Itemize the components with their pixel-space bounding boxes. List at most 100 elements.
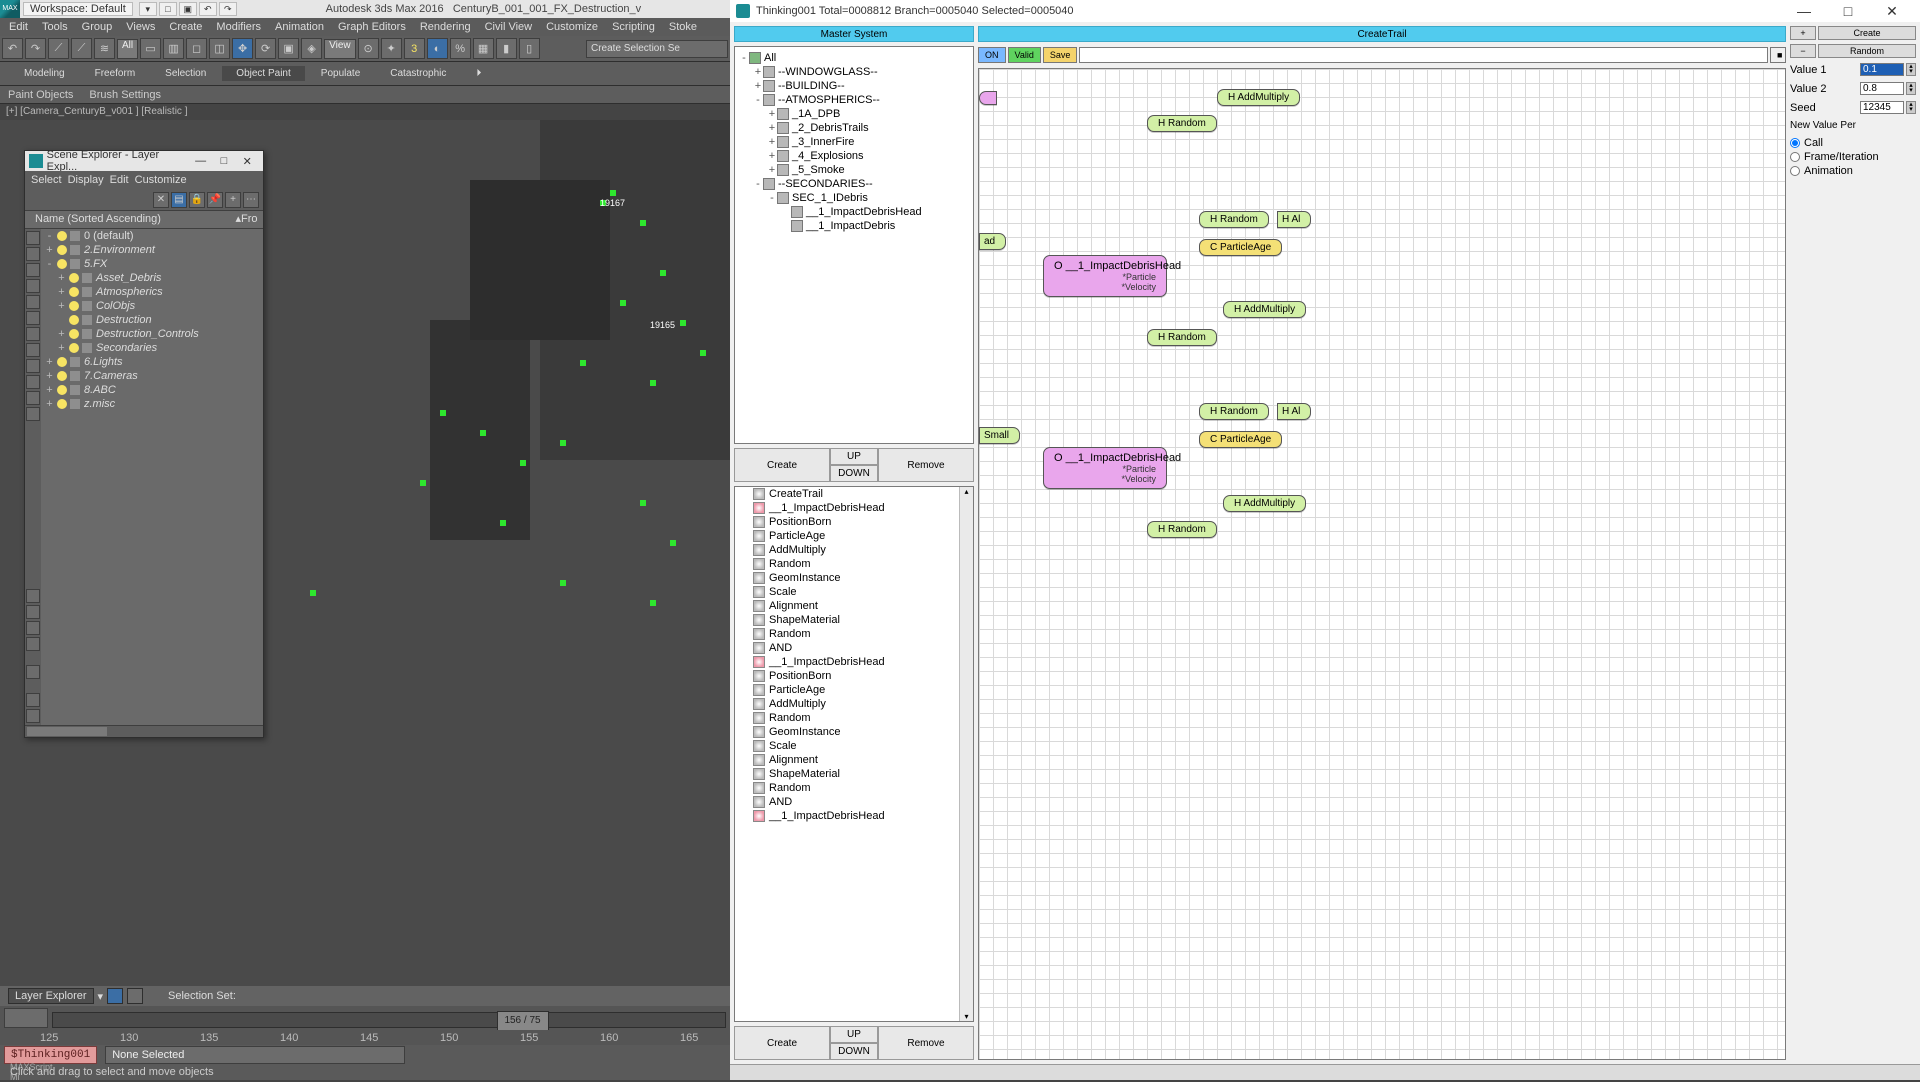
- se-bone-icon[interactable]: [26, 375, 40, 389]
- operator-row[interactable]: GeomInstance: [735, 725, 973, 739]
- menu-edit[interactable]: Edit: [4, 21, 33, 33]
- radio-frame[interactable]: Frame/Iteration: [1790, 150, 1916, 164]
- node-graph[interactable]: H AddMultiply H Random H Random H Al C P…: [978, 68, 1786, 1060]
- qat-redo-icon[interactable]: ↷: [219, 2, 237, 16]
- operator-row[interactable]: PositionBorn: [735, 669, 973, 683]
- operator-row[interactable]: Scale: [735, 739, 973, 753]
- node-hal-1[interactable]: H Al: [1277, 211, 1311, 228]
- menu-customize[interactable]: Customize: [541, 21, 603, 33]
- layer-tree[interactable]: -0 (default)+2.Environment-5.FX+Asset_De…: [41, 229, 263, 725]
- view-dropdown[interactable]: View: [324, 39, 356, 59]
- manip-icon[interactable]: ✦: [381, 38, 402, 59]
- se-hscroll[interactable]: [25, 725, 263, 737]
- operator-row[interactable]: Random: [735, 627, 973, 641]
- menu-views[interactable]: Views: [121, 21, 160, 33]
- se-lock-icon[interactable]: 🔒: [189, 192, 205, 208]
- node-random-5[interactable]: H Random: [1147, 521, 1217, 538]
- time-slider[interactable]: 156 / 75: [497, 1011, 549, 1031]
- operator-row[interactable]: Random: [735, 781, 973, 795]
- up-button-2[interactable]: UP: [830, 1026, 878, 1043]
- operator-row[interactable]: Alignment: [735, 753, 973, 767]
- se-light-icon[interactable]: [26, 279, 40, 293]
- filter-all-dropdown[interactable]: All: [117, 39, 138, 59]
- se-add-icon[interactable]: +: [225, 192, 241, 208]
- group-tree-row[interactable]: +_1A_DPB: [739, 107, 969, 121]
- se-tb3-icon[interactable]: [26, 621, 40, 635]
- tp-titlebar[interactable]: Thinking001 Total=0008812 Branch=0005040…: [730, 0, 1920, 22]
- cmd-plus-icon[interactable]: +: [1790, 26, 1816, 40]
- node-clip-ad[interactable]: ad: [979, 233, 1006, 250]
- remove-button-2[interactable]: Remove: [878, 1026, 974, 1060]
- se-menu-select[interactable]: Select: [31, 174, 62, 186]
- group-tree-row[interactable]: ---SECONDARIES--: [739, 177, 969, 191]
- layer-row[interactable]: -5.FX: [41, 257, 263, 271]
- layer-row[interactable]: +8.ABC: [41, 383, 263, 397]
- create-button-2[interactable]: Create: [734, 1026, 830, 1060]
- maxscript-mini-input[interactable]: $Thinking001: [4, 1046, 97, 1064]
- cmd-minus-icon[interactable]: −: [1790, 44, 1816, 58]
- camera-viewport[interactable]: 19167 19165 Scene Explorer - Layer Expl.…: [0, 120, 730, 986]
- menu-rendering[interactable]: Rendering: [415, 21, 476, 33]
- time-ruler[interactable]: 125130135140145150155160165: [0, 1030, 730, 1045]
- ribbon-brush-settings[interactable]: Brush Settings: [89, 89, 161, 101]
- ribbon-modeling[interactable]: Modeling: [10, 66, 79, 81]
- menu-create[interactable]: Create: [164, 21, 207, 33]
- up-button[interactable]: UP: [830, 448, 878, 465]
- operator-row[interactable]: __1_ImpactDebrisHead: [735, 809, 973, 823]
- operator-row[interactable]: Alignment: [735, 599, 973, 613]
- seed-input[interactable]: [1860, 101, 1904, 114]
- create-button[interactable]: Create: [734, 448, 830, 482]
- operator-row[interactable]: Random: [735, 711, 973, 725]
- group-tree-row[interactable]: +_5_Smoke: [739, 163, 969, 177]
- node-addmultiply-3[interactable]: H AddMultiply: [1223, 495, 1306, 512]
- group-tree-row[interactable]: +_4_Explosions: [739, 149, 969, 163]
- workspace-dropdown[interactable]: Workspace: Default: [23, 2, 133, 16]
- se-shape-icon[interactable]: [26, 263, 40, 277]
- operator-row[interactable]: Scale: [735, 585, 973, 599]
- node-hal-2[interactable]: H Al: [1277, 403, 1311, 420]
- select-name-icon[interactable]: ▥: [163, 38, 184, 59]
- window-crossing-icon[interactable]: ◫: [209, 38, 230, 59]
- ribbon-selection[interactable]: Selection: [151, 66, 220, 81]
- se-display-icon[interactable]: [26, 231, 40, 245]
- node-addmultiply-1[interactable]: H AddMultiply: [1217, 89, 1300, 106]
- value1-spinner[interactable]: ▴▾: [1906, 63, 1916, 76]
- operator-row[interactable]: Random: [735, 557, 973, 571]
- operator-row[interactable]: ParticleAge: [735, 683, 973, 697]
- group-tree-row[interactable]: ---ATMOSPHERICS--: [739, 93, 969, 107]
- down-button-2[interactable]: DOWN: [830, 1043, 878, 1060]
- operator-list[interactable]: CreateTrail__1_ImpactDebrisHeadPositionB…: [734, 486, 974, 1022]
- graph-save-button[interactable]: Save: [1043, 47, 1078, 63]
- se-cam-icon[interactable]: [26, 295, 40, 309]
- group-tree-row[interactable]: __1_ImpactDebris: [739, 219, 969, 233]
- group-tree-row[interactable]: +_2_DebrisTrails: [739, 121, 969, 135]
- layer-row[interactable]: +Secondaries: [41, 341, 263, 355]
- center-icon[interactable]: ⊙: [358, 38, 379, 59]
- se-frozen-icon[interactable]: [26, 407, 40, 421]
- node-random-3[interactable]: H Random: [1147, 329, 1217, 346]
- move-icon[interactable]: ✥: [232, 38, 253, 59]
- menu-civilview[interactable]: Civil View: [480, 21, 537, 33]
- operator-scrollbar[interactable]: ▴▾: [959, 487, 973, 1021]
- se-tb4-icon[interactable]: [26, 637, 40, 651]
- ribbon-paint-objects[interactable]: Paint Objects: [8, 89, 73, 101]
- down-button[interactable]: DOWN: [830, 465, 878, 482]
- percent-snap-icon[interactable]: %: [450, 38, 471, 59]
- layer-row[interactable]: +z.misc: [41, 397, 263, 411]
- group-tree-row[interactable]: +--WINDOWGLASS--: [739, 65, 969, 79]
- create-selection-set-input[interactable]: [586, 40, 728, 58]
- maximize-icon[interactable]: □: [212, 155, 235, 167]
- se-container-icon[interactable]: [26, 391, 40, 405]
- rotate-icon[interactable]: ⟳: [255, 38, 276, 59]
- group-tree-row[interactable]: -All: [739, 51, 969, 65]
- select-region-icon[interactable]: ◻: [186, 38, 207, 59]
- node-random-1[interactable]: H Random: [1147, 115, 1217, 132]
- operator-row[interactable]: GeomInstance: [735, 571, 973, 585]
- operator-row[interactable]: __1_ImpactDebrisHead: [735, 655, 973, 669]
- menu-stoke[interactable]: Stoke: [664, 21, 702, 33]
- select-icon[interactable]: ▭: [140, 38, 161, 59]
- remove-button[interactable]: Remove: [878, 448, 974, 482]
- layer-row[interactable]: +6.Lights: [41, 355, 263, 369]
- refsys-icon[interactable]: ◈: [301, 38, 322, 59]
- graph-on-button[interactable]: ON: [978, 47, 1006, 63]
